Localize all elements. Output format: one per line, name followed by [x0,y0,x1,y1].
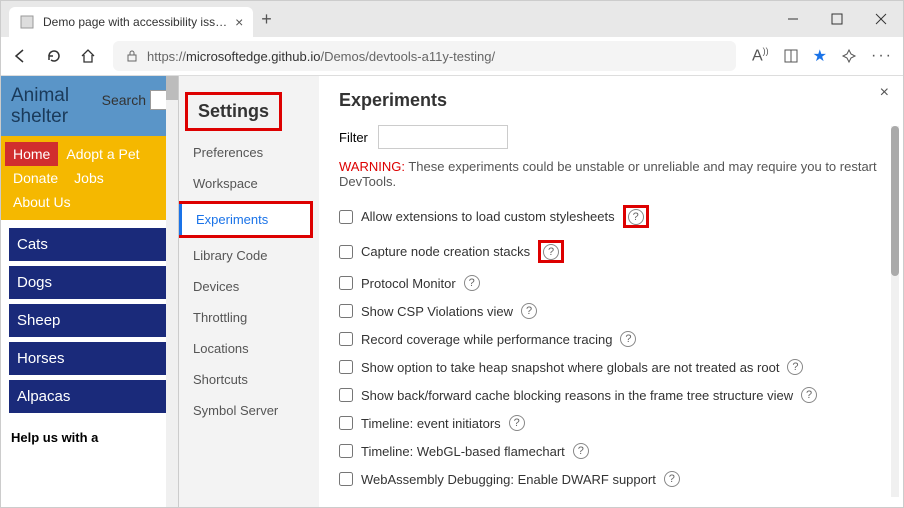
panel-scrollbar[interactable] [891,126,899,497]
settings-item-throttling[interactable]: Throttling [179,302,319,333]
side-horses[interactable]: Horses [9,342,170,376]
panel-title: Experiments [339,90,883,111]
maximize-button[interactable] [815,1,859,37]
experiment-label: Timeline: WebGL-based flamechart [361,444,565,459]
help-icon[interactable]: ? [521,303,537,319]
lock-icon [125,49,139,63]
side-nav: Cats Dogs Sheep Horses Alpacas [1,220,178,426]
browser-tab[interactable]: Demo page with accessibility iss… × [9,7,253,37]
webpage-pane: Animalshelter Search HomeAdopt a PetDona… [1,76,179,507]
settings-item-library-code[interactable]: Library Code [179,240,319,271]
experiment-row: Timeline: event initiators? [339,409,883,437]
copilot-icon[interactable] [841,48,857,64]
help-icon[interactable]: ? [801,387,817,403]
home-button[interactable] [79,47,97,65]
help-icon[interactable]: ? [628,209,644,225]
experiment-row: Allow extensions to load custom styleshe… [339,199,883,234]
side-cats[interactable]: Cats [9,228,170,262]
help-icon[interactable]: ? [664,471,680,487]
nav-donate[interactable]: Donate [5,166,66,190]
experiment-label: WebAssembly Debugging: Enable DWARF supp… [361,472,656,487]
close-icon[interactable]: × [880,84,889,102]
page-scrollbar[interactable] [166,76,178,507]
experiment-row: Record coverage while performance tracin… [339,325,883,353]
minimize-button[interactable] [771,1,815,37]
settings-item-locations[interactable]: Locations [179,333,319,364]
experiment-checkbox[interactable] [339,210,353,224]
favorite-icon[interactable]: ★ [813,46,827,66]
settings-item-experiments[interactable]: Experiments [179,204,310,235]
experiment-row: Capture node creation stacks? [339,234,883,269]
experiment-checkbox[interactable] [339,388,353,402]
filter-label: Filter [339,130,368,145]
titlebar: Demo page with accessibility iss… × + [1,1,903,37]
close-window-button[interactable] [859,1,903,37]
experiment-label: Allow extensions to load custom styleshe… [361,209,615,224]
new-tab-button[interactable]: + [261,9,272,30]
experiment-checkbox[interactable] [339,304,353,318]
experiment-checkbox[interactable] [339,444,353,458]
site-search: Search [102,90,172,110]
experiment-checkbox[interactable] [339,360,353,374]
settings-nav: Settings PreferencesWorkspace Experiments… [179,76,319,507]
experiment-label: Show option to take heap snapshot where … [361,360,779,375]
settings-title: Settings [188,95,279,128]
experiment-label: Capture node creation stacks [361,244,530,259]
experiments-panel: × Experiments Filter WARNING: These expe… [319,76,903,507]
help-icon[interactable]: ? [543,244,559,260]
nav-jobs[interactable]: Jobs [66,166,112,190]
read-aloud-icon[interactable]: A)) [752,46,769,65]
refresh-button[interactable] [45,47,63,65]
experiment-label: Show back/forward cache blocking reasons… [361,388,793,403]
reader-icon[interactable] [783,48,799,64]
settings-item-preferences[interactable]: Preferences [179,137,319,168]
help-icon[interactable]: ? [573,443,589,459]
url-text: https://microsoftedge.github.io/Demos/de… [147,49,495,64]
experiment-checkbox[interactable] [339,416,353,430]
help-icon[interactable]: ? [509,415,525,431]
warning-text: WARNING: These experiments could be unst… [339,159,883,189]
experiment-label: Protocol Monitor [361,276,456,291]
address-bar[interactable]: https://microsoftedge.github.io/Demos/de… [113,41,736,71]
experiment-row: WebAssembly Debugging: Enable DWARF supp… [339,465,883,493]
nav-home[interactable]: Home [5,142,58,166]
menu-button[interactable]: ··· [871,47,893,65]
main-nav: HomeAdopt a PetDonateJobsAbout Us [1,136,178,220]
experiment-row: Timeline: WebGL-based flamechart? [339,437,883,465]
filter-input[interactable] [378,125,508,149]
toolbar: https://microsoftedge.github.io/Demos/de… [1,37,903,76]
help-icon[interactable]: ? [464,275,480,291]
experiment-label: Record coverage while performance tracin… [361,332,612,347]
side-dogs[interactable]: Dogs [9,266,170,300]
experiment-label: Timeline: event initiators [361,416,501,431]
experiment-checkbox[interactable] [339,276,353,290]
tab-title: Demo page with accessibility iss… [43,15,227,29]
settings-item-shortcuts[interactable]: Shortcuts [179,364,319,395]
help-icon[interactable]: ? [787,359,803,375]
side-alpacas[interactable]: Alpacas [9,380,170,414]
nav-about-us[interactable]: About Us [5,190,79,214]
help-icon[interactable]: ? [620,331,636,347]
experiment-checkbox[interactable] [339,245,353,259]
settings-item-devices[interactable]: Devices [179,271,319,302]
experiment-row: Show back/forward cache blocking reasons… [339,381,883,409]
experiment-row: Show CSP Violations view? [339,297,883,325]
side-sheep[interactable]: Sheep [9,304,170,338]
experiment-row: Show option to take heap snapshot where … [339,353,883,381]
nav-adopt-a-pet[interactable]: Adopt a Pet [58,142,147,166]
back-button[interactable] [11,47,29,65]
help-heading: Help us with a [1,426,178,449]
experiment-checkbox[interactable] [339,332,353,346]
experiment-row: Protocol Monitor? [339,269,883,297]
devtools-settings: Settings PreferencesWorkspace Experiments… [179,76,903,507]
tab-close-icon[interactable]: × [235,14,243,30]
page-icon [19,14,35,30]
experiment-checkbox[interactable] [339,472,353,486]
settings-item-workspace[interactable]: Workspace [179,168,319,199]
experiment-label: Show CSP Violations view [361,304,513,319]
settings-item-symbol-server[interactable]: Symbol Server [179,395,319,426]
